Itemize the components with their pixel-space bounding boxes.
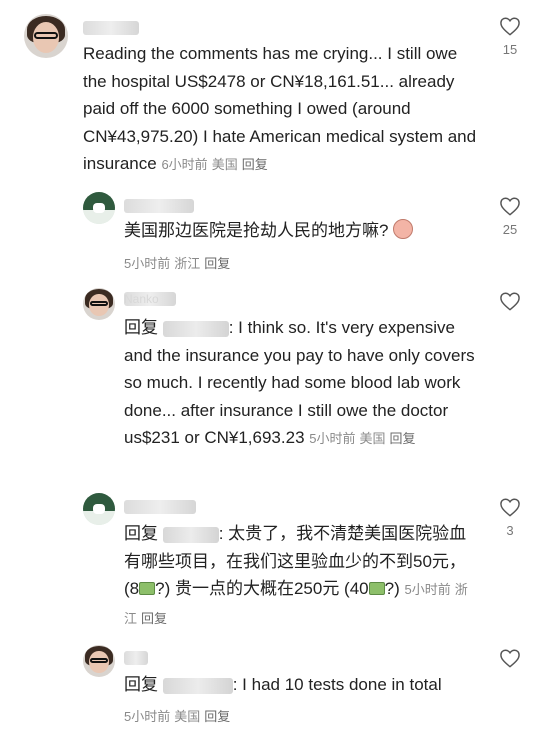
mention-user[interactable]: user [162,320,229,337]
username[interactable]: user [83,21,139,35]
username[interactable]: user [124,199,194,213]
username[interactable]: user [124,651,148,665]
location: 美国 [211,157,238,172]
comment-text: Reading the comments has me crying... I … [83,40,483,179]
like-button[interactable]: 25 [490,196,530,237]
like-button[interactable] [490,648,530,668]
comment-body: : I had 10 tests done in total [232,675,442,694]
location: 美国 [359,431,386,446]
heart-outline-icon [500,17,520,36]
comment-meta: 5小时前 美国 回复 [124,706,234,725]
reply-button[interactable]: 回复 [141,611,167,626]
comment-text: 回复 user: I had 10 tests done in total [124,671,479,699]
reply-button[interactable]: 回复 [204,256,230,271]
location: 美国 [174,709,201,724]
timestamp: 5小时前 [309,431,356,446]
comment-body: Reading the comments has me crying... I … [83,44,477,173]
comment-meta: 5小时前 浙江 回复 [124,253,234,272]
comment-text: 美国那边医院是抢劫人民的地方嘛? [124,217,484,245]
avatar[interactable] [83,288,115,320]
username[interactable]: Nanko [124,292,176,306]
reply-button[interactable]: 回复 [390,431,416,446]
timestamp: 5小时前 [124,709,171,724]
timestamp: 5小时前 [124,256,171,271]
avatar[interactable] [24,14,68,58]
comment-body-b: ?) 贵一点的大概在250元 (40 [155,579,369,598]
like-count: 25 [502,222,518,237]
reply-prefix: 回复 [124,524,158,543]
comment-text: 回复 user: 太贵了，我不清楚美国医院验血有哪些项目，在我们这里验血少的不到… [124,520,479,632]
reply-button[interactable]: 回复 [204,709,230,724]
like-button[interactable]: 15 [490,16,530,57]
avatar[interactable] [83,493,115,525]
money-bag-emoji-icon [368,582,385,595]
comment-body: 美国那边医院是抢劫人民的地方嘛? [124,221,389,240]
like-button[interactable] [490,291,530,311]
avatar[interactable] [83,192,115,224]
like-button[interactable]: 3 [490,497,530,538]
like-count: 3 [506,523,514,538]
location: 浙江 [174,256,201,271]
comment-body-c: ?) [384,579,400,598]
comment-text: 回复 user: I think so. It's very expensive… [124,314,479,453]
username[interactable]: user [124,500,196,514]
comment-meta: 6小时前 美国 回复 [161,157,271,172]
comment-body: : I think so. It's very expensive and th… [124,318,475,447]
reply-prefix: 回复 [124,318,158,337]
heart-outline-icon [500,649,520,668]
money-bag-emoji-icon [139,582,156,595]
reply-button[interactable]: 回复 [242,157,268,172]
comment-meta: 5小时前 美国 回复 [309,431,419,446]
heart-outline-icon [500,292,520,311]
mention-user[interactable]: user [162,677,233,694]
mention-user[interactable]: user [162,526,219,543]
heart-outline-icon [500,498,520,517]
timestamp: 5小时前 [404,582,451,597]
like-count: 15 [502,42,518,57]
avatar[interactable] [83,645,115,677]
pig-face-emoji-icon [393,219,414,239]
timestamp: 6小时前 [161,157,208,172]
reply-prefix: 回复 [124,675,158,694]
heart-outline-icon [500,197,520,216]
